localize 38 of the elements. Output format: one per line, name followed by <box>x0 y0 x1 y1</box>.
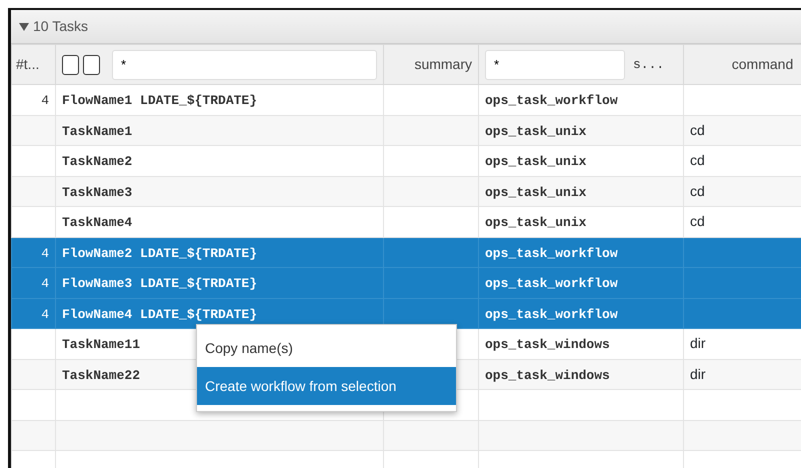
table-cell: 4 <box>41 276 49 291</box>
column-header[interactable]: s... <box>633 54 664 74</box>
column-header[interactable]: command <box>684 44 801 84</box>
menu-item[interactable]: Copy name(s) <box>197 329 456 367</box>
column-header[interactable]: #t... <box>12 44 56 84</box>
collapse-triangle-icon[interactable] <box>19 22 29 30</box>
table-cell: cd <box>690 213 705 230</box>
table-cell: ops_task_unix <box>485 215 586 230</box>
column-header[interactable]: summary <box>384 44 478 84</box>
checkbox[interactable] <box>82 54 100 74</box>
table-cell: ops_task_workflow <box>485 93 618 108</box>
menu-item[interactable]: Create workflow from selection <box>197 367 456 405</box>
table-cell: 4 <box>41 93 49 108</box>
table-cell[interactable]: TaskName2 <box>62 154 132 169</box>
table-cell: cd <box>690 152 705 168</box>
table-cell: ops_task_workflow <box>485 276 618 291</box>
table-cell: ops_task_workflow <box>485 246 618 260</box>
table-cell: ops_task_windows <box>485 368 610 382</box>
table-cell: dir <box>690 335 706 352</box>
table-cell[interactable]: TaskName1 <box>62 124 132 138</box>
table-cell: 4 <box>41 246 49 260</box>
table-cell: cd <box>690 122 705 138</box>
table-cell: ops_task_unix <box>485 154 586 169</box>
filter-field[interactable]: * <box>112 50 377 80</box>
table-cell[interactable]: TaskName22 <box>62 368 140 382</box>
table-cell[interactable]: TaskName4 <box>62 215 132 230</box>
table-cell[interactable]: TaskName3 <box>62 184 132 200</box>
table-cell: dir <box>690 366 706 382</box>
table-cell: ops_task_windows <box>485 337 610 352</box>
table-cell: ops_task_unix <box>485 184 586 200</box>
table-cell[interactable]: TaskName11 <box>62 337 140 352</box>
panel-title: 10 Tasks <box>33 17 88 36</box>
table-cell: ops_task_workflow <box>485 306 618 322</box>
filter-field[interactable]: * <box>485 50 625 80</box>
checkbox[interactable] <box>62 54 79 74</box>
table-cell: ops_task_unix <box>485 124 586 138</box>
table-cell: cd <box>690 182 705 199</box>
table-cell: 4 <box>41 306 49 322</box>
